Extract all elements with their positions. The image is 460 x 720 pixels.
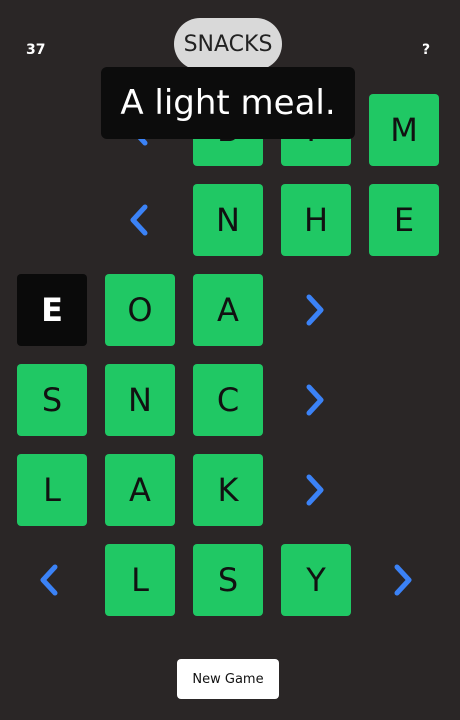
tile-r4-c1[interactable]: S — [17, 364, 87, 436]
tile-r5-c1[interactable]: L — [17, 454, 87, 526]
row-6-right-arrow[interactable] — [388, 562, 416, 598]
move-counter: 37 — [26, 42, 46, 58]
tile-r4-c2[interactable]: N — [105, 364, 175, 436]
new-game-button[interactable]: New Game — [177, 659, 279, 699]
row-3-right-arrow[interactable] — [300, 292, 328, 328]
chevron-right-icon — [306, 294, 324, 326]
tile-r3-c2[interactable]: O — [105, 274, 175, 346]
chevron-left-icon — [130, 204, 148, 236]
row-6-left-arrow[interactable] — [36, 562, 64, 598]
row-4-right-arrow[interactable] — [300, 382, 328, 418]
tile-r2-c5[interactable]: E — [369, 184, 439, 256]
tile-r6-c3[interactable]: S — [193, 544, 263, 616]
chevron-left-icon — [40, 564, 58, 596]
tile-r5-c2[interactable]: A — [105, 454, 175, 526]
chevron-right-icon — [394, 564, 412, 596]
puzzle-title-pill[interactable]: SNACKS — [174, 18, 282, 70]
help-button[interactable]: ? — [422, 42, 430, 58]
tile-r2-c3[interactable]: N — [193, 184, 263, 256]
tile-r6-c4[interactable]: Y — [281, 544, 351, 616]
tile-r5-c3[interactable]: K — [193, 454, 263, 526]
clue-tooltip: A light meal. — [101, 67, 355, 139]
tile-r6-c2[interactable]: L — [105, 544, 175, 616]
tile-r3-c3[interactable]: A — [193, 274, 263, 346]
tile-r2-c4[interactable]: H — [281, 184, 351, 256]
tile-r3-c1-selected[interactable]: E — [17, 274, 87, 346]
chevron-right-icon — [306, 384, 324, 416]
row-2-left-arrow[interactable] — [126, 202, 154, 238]
tile-r1-c5[interactable]: M — [369, 94, 439, 166]
tile-r4-c3[interactable]: C — [193, 364, 263, 436]
row-5-right-arrow[interactable] — [300, 472, 328, 508]
chevron-right-icon — [306, 474, 324, 506]
